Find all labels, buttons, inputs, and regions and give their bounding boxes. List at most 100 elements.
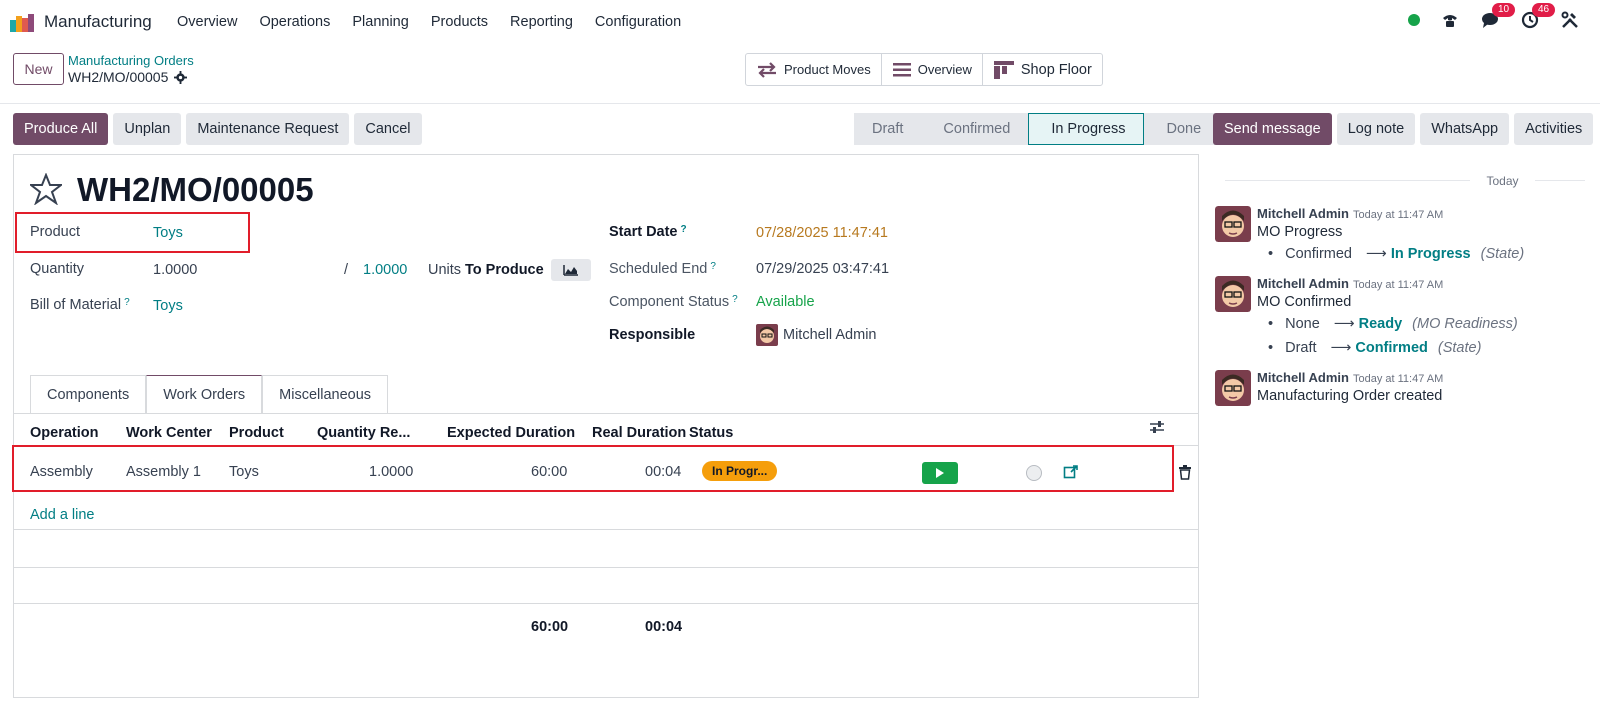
product-field[interactable]: Toys [153, 225, 183, 241]
chatter-message: Mitchell Admin Today at 11:47 AM MO Progr… [1215, 206, 1595, 266]
external-link-icon[interactable] [1063, 464, 1079, 480]
menu-overview[interactable]: Overview [177, 14, 237, 30]
shop-floor-button[interactable]: Shop Floor [983, 54, 1102, 85]
table-row-divider [14, 567, 1198, 568]
log-note-button[interactable]: Log note [1336, 113, 1416, 145]
form-action-buttons: Produce All Unplan Maintenance Request C… [13, 113, 422, 145]
date-divider-left [1225, 180, 1470, 181]
messages-tray[interactable]: 10 [1480, 3, 1516, 30]
tools-icon[interactable] [1560, 10, 1580, 30]
status-badge: In Progr... [702, 461, 778, 481]
menu-products[interactable]: Products [431, 14, 488, 30]
stage-done[interactable]: Done [1144, 113, 1220, 145]
tab-miscellaneous[interactable]: Miscellaneous [262, 375, 389, 413]
product-moves-label: Product Moves [784, 62, 871, 77]
tab-work-orders[interactable]: Work Orders [146, 375, 263, 413]
play-icon [936, 468, 944, 478]
tab-components[interactable]: Components [30, 375, 147, 413]
top-navbar: Manufacturing Overview Operations Planni… [0, 0, 1600, 44]
new-button[interactable]: New [13, 53, 64, 85]
cancel-button[interactable]: Cancel [354, 113, 422, 145]
col-work-center[interactable]: Work Center [126, 425, 212, 441]
menu-reporting[interactable]: Reporting [510, 14, 573, 30]
product-moves-button[interactable]: Product Moves [746, 54, 882, 85]
col-product[interactable]: Product [229, 425, 284, 441]
chatter-buttons: Send message Log note WhatsApp Activitie… [1213, 113, 1594, 145]
activities-tray[interactable]: 46 [1520, 3, 1556, 30]
add-a-line-link[interactable]: Add a line [30, 507, 95, 523]
table-row-divider [14, 603, 1198, 604]
overview-label: Overview [917, 62, 972, 77]
quantity-label: Quantity [30, 261, 84, 277]
stage-confirmed[interactable]: Confirmed [921, 113, 1029, 145]
unplan-button[interactable]: Unplan [113, 113, 182, 145]
cell-product: Toys [229, 464, 259, 480]
gear-icon[interactable] [174, 70, 188, 84]
shop-floor-label: Shop Floor [1020, 61, 1092, 78]
forecast-report-button[interactable] [551, 259, 591, 281]
date-separator: Today [1470, 174, 1535, 188]
manufacturing-app-icon[interactable] [10, 12, 36, 32]
systray: 10 46 [1408, 3, 1580, 30]
quantity-field[interactable]: 1.0000 [153, 262, 197, 278]
presence-status-icon [1408, 14, 1420, 26]
send-message-button[interactable]: Send message [1213, 113, 1332, 145]
tracking-value: • None ⟶ Ready (MO Readiness) [1268, 316, 1518, 332]
overview-button[interactable]: Overview [882, 54, 983, 85]
avatar[interactable] [1215, 276, 1251, 312]
app-name[interactable]: Manufacturing [44, 12, 152, 32]
start-workorder-button[interactable] [922, 462, 958, 484]
activities-button[interactable]: Activities [1514, 113, 1594, 145]
col-expected-duration[interactable]: Expected Duration [447, 425, 575, 441]
record-title: WH2/MO/00005 [77, 171, 314, 208]
stage-draft[interactable]: Draft [854, 113, 922, 145]
messages-count-badge: 10 [1492, 3, 1516, 17]
star-icon[interactable] [30, 173, 62, 205]
trash-icon[interactable] [1178, 465, 1192, 480]
col-real-duration[interactable]: Real Duration [592, 425, 686, 441]
stage-in-progress[interactable]: In Progress [1028, 113, 1145, 145]
chatter-message: Mitchell Admin Today at 11:47 AM MO Confi… [1215, 276, 1595, 360]
responsible-field[interactable]: Mitchell Admin [783, 327, 876, 343]
avatar[interactable] [1215, 370, 1251, 406]
quantity-max-field[interactable]: 1.0000 [363, 262, 407, 278]
breadcrumb-current-label: WH2/MO/00005 [68, 69, 169, 85]
bom-label: Bill of Material? [30, 297, 130, 313]
exchange-arrows-icon [758, 61, 776, 78]
scheduled-end-field[interactable]: 07/29/2025 03:47:41 [756, 261, 889, 277]
col-quantity[interactable]: Quantity Re... [317, 425, 410, 441]
message-author: Mitchell Admin Today at 11:47 AM [1257, 206, 1444, 221]
produce-all-button[interactable]: Produce All [13, 113, 109, 145]
message-body: MO Confirmed [1257, 294, 1352, 310]
col-operation[interactable]: Operation [30, 425, 98, 441]
responsible-avatar [756, 324, 778, 346]
cell-expected-duration: 60:00 [531, 464, 568, 480]
optional-columns-icon[interactable] [1149, 419, 1165, 435]
breadcrumb-parent[interactable]: Manufacturing Orders [68, 53, 194, 68]
bom-field[interactable]: Toys [153, 298, 183, 314]
start-date-field[interactable]: 07/28/2025 11:47:41 [756, 225, 888, 241]
date-divider-right [1535, 180, 1585, 181]
whatsapp-button[interactable]: WhatsApp [1420, 113, 1510, 145]
to-produce-label: To Produce [465, 262, 544, 278]
status-bar: Draft Confirmed In Progress Done [854, 113, 1220, 145]
menu-operations[interactable]: Operations [259, 14, 330, 30]
cell-real-duration: 00:04 [645, 464, 682, 480]
phone-icon[interactable] [1440, 10, 1460, 30]
smart-buttons: Product Moves Overview Shop Floor [745, 53, 1103, 86]
avatar[interactable] [1215, 206, 1251, 242]
message-author: Mitchell Admin Today at 11:47 AM [1257, 276, 1444, 291]
col-status[interactable]: Status [689, 425, 733, 441]
tracking-value: • Draft ⟶ Confirmed (State) [1268, 340, 1482, 356]
workorder-toggle[interactable] [1026, 465, 1042, 481]
message-author: Mitchell Admin Today at 11:47 AM [1257, 370, 1444, 385]
maintenance-request-button[interactable]: Maintenance Request [186, 113, 350, 145]
cell-quantity: 1.0000 [369, 464, 414, 480]
table-row-divider [14, 529, 1198, 530]
control-panel: New Manufacturing Orders WH2/MO/00005 Pr… [0, 44, 1600, 104]
menu-configuration[interactable]: Configuration [595, 14, 681, 30]
list-icon [892, 62, 911, 76]
responsible-label: Responsible [609, 327, 696, 343]
menu-planning[interactable]: Planning [352, 14, 408, 30]
area-chart-icon [563, 265, 578, 276]
